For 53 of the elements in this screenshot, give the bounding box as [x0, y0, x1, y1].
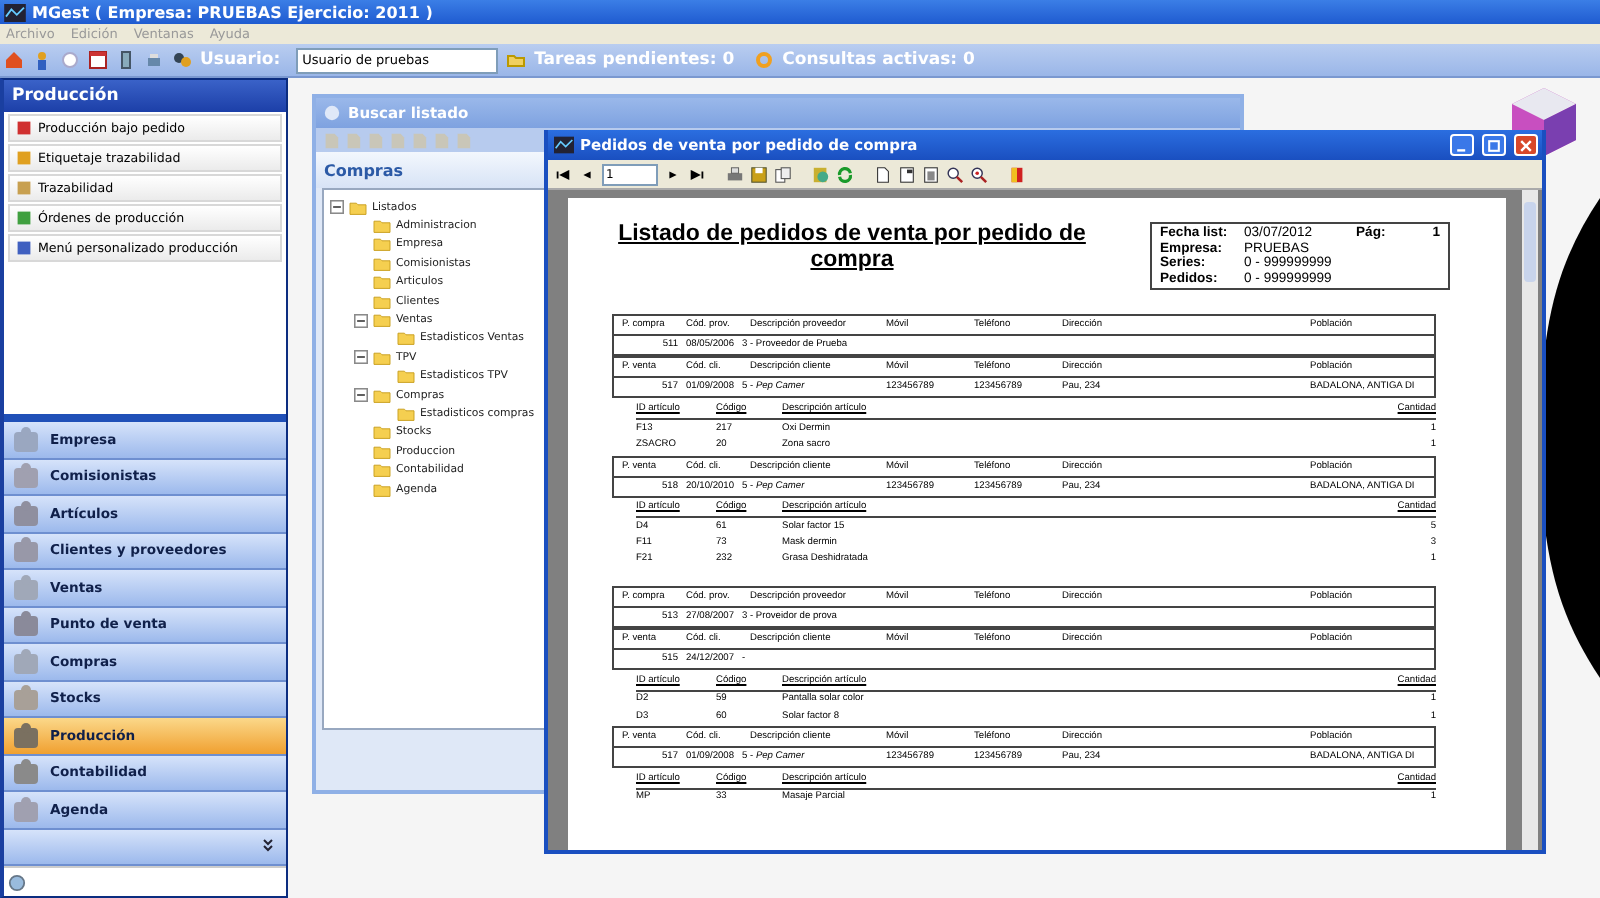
pictogram-icon — [10, 536, 42, 565]
scrollbar[interactable] — [1522, 190, 1538, 850]
pending-tasks-label: Tareas pendientes: 0 — [534, 50, 735, 70]
pictogram-icon — [10, 795, 42, 824]
pictogram-icon — [10, 610, 42, 639]
pictogram-icon — [10, 462, 42, 491]
more-button[interactable] — [4, 829, 286, 866]
app-logo-icon — [554, 136, 574, 154]
full-page-icon[interactable] — [922, 165, 940, 183]
collapse-toggle[interactable] — [354, 313, 368, 328]
active-queries-label: Consultas activas: 0 — [782, 50, 975, 70]
exit-door-icon[interactable] — [1008, 165, 1026, 183]
save-icon[interactable] — [750, 165, 768, 183]
zoom-out-icon[interactable] — [970, 165, 988, 183]
close-button[interactable] — [1514, 134, 1538, 156]
chevron-down-icon — [262, 838, 274, 855]
window-icon — [322, 104, 342, 122]
print-icon[interactable] — [726, 165, 744, 183]
maximize-icon — [1486, 137, 1502, 153]
globe-icon[interactable] — [8, 873, 26, 891]
close-icon — [1518, 137, 1534, 153]
pictogram-icon — [10, 721, 42, 750]
previous-page-icon[interactable] — [578, 165, 596, 183]
page-icon[interactable] — [874, 165, 892, 183]
calendar-icon[interactable] — [88, 50, 108, 70]
maximize-button[interactable] — [1482, 134, 1506, 156]
zoom-in-icon[interactable] — [946, 165, 964, 183]
pictogram-icon — [10, 758, 42, 787]
pictogram-icon — [10, 425, 42, 454]
pictogram-icon — [10, 499, 42, 528]
window-title: MGest ( Empresa: PRUEBAS Ejercicio: 2011 ) — [32, 3, 433, 21]
collapse-toggle[interactable] — [354, 388, 368, 403]
app-logo-icon — [4, 3, 26, 21]
copy-icon[interactable] — [774, 165, 792, 183]
export-icon[interactable] — [812, 165, 830, 183]
page-width-icon[interactable] — [898, 165, 916, 183]
splitter-handle[interactable] — [4, 414, 286, 422]
pictogram-icon — [10, 647, 42, 676]
pictogram-icon — [10, 573, 42, 602]
collapse-toggle[interactable] — [354, 350, 368, 365]
home-icon[interactable] — [4, 50, 24, 70]
last-page-icon[interactable] — [688, 165, 706, 183]
first-page-icon[interactable] — [554, 165, 572, 183]
person-icon[interactable] — [32, 50, 52, 70]
next-page-icon[interactable] — [664, 165, 682, 183]
user-label: Usuario: — [200, 50, 281, 70]
pictogram-icon — [10, 684, 42, 713]
refresh-icon[interactable] — [836, 165, 854, 183]
collapse-toggle[interactable] — [330, 200, 344, 215]
panel-title: Producción — [4, 80, 286, 112]
minimize-button[interactable] — [1450, 134, 1474, 156]
report-title: Listado de pedidos de venta por pedido de compra — [616, 222, 1088, 275]
users-icon[interactable] — [172, 50, 192, 70]
